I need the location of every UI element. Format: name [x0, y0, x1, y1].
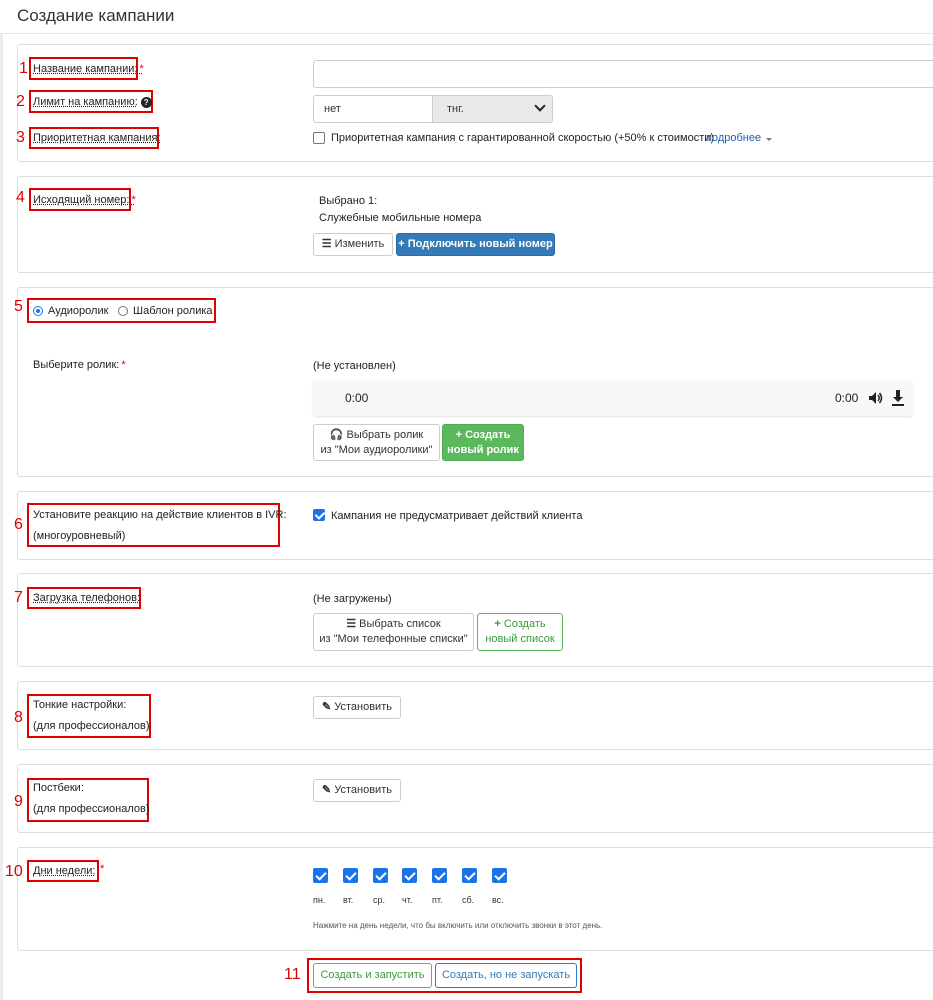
weekdays-hint: Нажмите на день недели, что бы включить …	[313, 921, 603, 930]
postbacks-sublabel: (для профессионалов)	[33, 803, 150, 815]
day-checkbox-tue[interactable]	[343, 868, 358, 883]
priority-checkbox[interactable]	[313, 132, 325, 144]
page-title: Создание кампании	[17, 6, 175, 25]
marker-2: 2	[16, 93, 25, 110]
volume-icon[interactable]	[867, 390, 883, 406]
create-audio-button[interactable]: + Создать новый ролик	[442, 424, 524, 461]
outgoing-number-label: Исходящий номер: *	[33, 194, 136, 206]
day-label-thu: чт.	[402, 895, 413, 905]
day-checkbox-fri[interactable]	[432, 868, 447, 883]
priority-checkbox-label: Приоритетная кампания с гарантированной …	[331, 132, 715, 144]
limit-input[interactable]	[313, 95, 433, 123]
chevron-down-icon	[534, 100, 546, 112]
pencil-icon: ✎	[322, 784, 332, 796]
change-number-button[interactable]: ☰ Изменить	[313, 233, 393, 256]
required-mark: *	[100, 863, 105, 875]
day-label-sat: сб.	[462, 895, 475, 905]
selected-count: Выбрано 1:	[319, 195, 378, 207]
marker-8: 8	[14, 709, 23, 726]
campaign-name-input[interactable]	[313, 60, 933, 88]
more-link[interactable]: подробнее	[706, 132, 761, 144]
choose-audio-button[interactable]: 🎧 Выбрать ролик из "Мои аудиоролики"	[313, 424, 440, 461]
marker-6: 6	[14, 516, 23, 533]
download-icon[interactable]	[890, 389, 906, 407]
weekdays-label: Дни недели:	[33, 865, 96, 877]
choose-phone-list-button[interactable]: ☰ Выбрать список из "Мои телефонные списк…	[313, 613, 474, 651]
audio-total-time: 0:00	[835, 391, 859, 405]
campaign-name-label: Название кампании: *	[33, 63, 144, 75]
create-phone-list-button[interactable]: + Создать новый список	[477, 613, 563, 651]
day-label-fri: пт.	[432, 895, 443, 905]
radio-template-label: Шаблон ролика	[133, 305, 213, 317]
create-no-start-button[interactable]: Создать, но не запускать	[435, 963, 577, 988]
left-rail	[0, 34, 3, 1000]
fine-settings-label: Тонкие настройки:	[33, 699, 127, 711]
marker-7: 7	[14, 589, 23, 606]
day-label-mon: пн.	[313, 895, 326, 905]
create-and-start-button[interactable]: Создать и запустить	[313, 963, 432, 988]
panel-phones	[17, 573, 933, 667]
pencil-icon: ✎	[322, 701, 332, 713]
selected-number: Служебные мобильные номера	[319, 212, 482, 224]
panel-fine-settings	[17, 681, 933, 750]
plus-icon: +	[494, 618, 501, 630]
required-mark: *	[139, 63, 144, 75]
connect-number-button[interactable]: + Подключить новый номер	[396, 233, 555, 256]
marker-11: 11	[284, 966, 301, 983]
radio-audio-label: Аудиоролик	[48, 305, 109, 317]
plus-icon: +	[455, 428, 463, 441]
radio-audio[interactable]	[33, 306, 43, 316]
panel-weekdays	[17, 847, 933, 951]
audio-player[interactable]: 0:00 0:00	[313, 380, 913, 416]
marker-1: 1	[19, 60, 28, 77]
ivr-sublabel: (многоуровневый)	[33, 530, 126, 542]
marker-5: 5	[14, 298, 23, 315]
marker-9: 9	[14, 793, 23, 810]
headphones-icon: 🎧	[329, 428, 344, 441]
day-checkbox-sat[interactable]	[462, 868, 477, 883]
audio-current-time: 0:00	[345, 391, 369, 405]
plus-icon: +	[398, 238, 405, 250]
choose-audio-label: Выберите ролик: *	[33, 359, 126, 371]
ivr-label: Установите реакцию на действие клиентов …	[33, 509, 287, 521]
postbacks-button[interactable]: ✎ Установить	[313, 779, 401, 802]
panel-postbacks	[17, 764, 933, 833]
caret-down-icon[interactable]	[766, 138, 772, 141]
question-icon[interactable]: ?	[140, 96, 152, 108]
title-divider	[0, 33, 933, 34]
day-checkbox-mon[interactable]	[313, 868, 328, 883]
list-icon: ☰	[321, 238, 332, 250]
postbacks-label: Постбеки:	[33, 782, 84, 794]
ivr-checkbox[interactable]	[313, 509, 325, 521]
phones-label: Загрузка телефонов:	[33, 592, 141, 604]
fine-settings-button[interactable]: ✎ Установить	[313, 696, 401, 719]
priority-label: Приоритетная кампания:	[33, 132, 161, 144]
phones-status: (Не загружены)	[313, 593, 392, 605]
audio-status: (Не установлен)	[313, 360, 396, 372]
marker-3: 3	[16, 129, 25, 146]
radio-template[interactable]	[118, 306, 128, 316]
ivr-checkbox-label: Кампания не предусматривает действий кли…	[331, 510, 583, 522]
list-icon: ☰	[346, 618, 357, 630]
day-checkbox-sun[interactable]	[492, 868, 507, 883]
panel-outgoing-number	[17, 176, 933, 273]
fine-settings-sublabel: (для профессионалов)	[33, 720, 150, 732]
marker-10: 10	[5, 863, 23, 880]
currency-select[interactable]: тнг.	[432, 95, 553, 123]
day-label-sun: вс.	[492, 895, 504, 905]
day-checkbox-wed[interactable]	[373, 868, 388, 883]
marker-4: 4	[16, 189, 25, 206]
campaign-limit-label: Лимит на кампанию:?	[33, 96, 152, 108]
day-checkbox-thu[interactable]	[402, 868, 417, 883]
day-label-tue: вт.	[343, 895, 354, 905]
day-label-wed: ср.	[373, 895, 386, 905]
